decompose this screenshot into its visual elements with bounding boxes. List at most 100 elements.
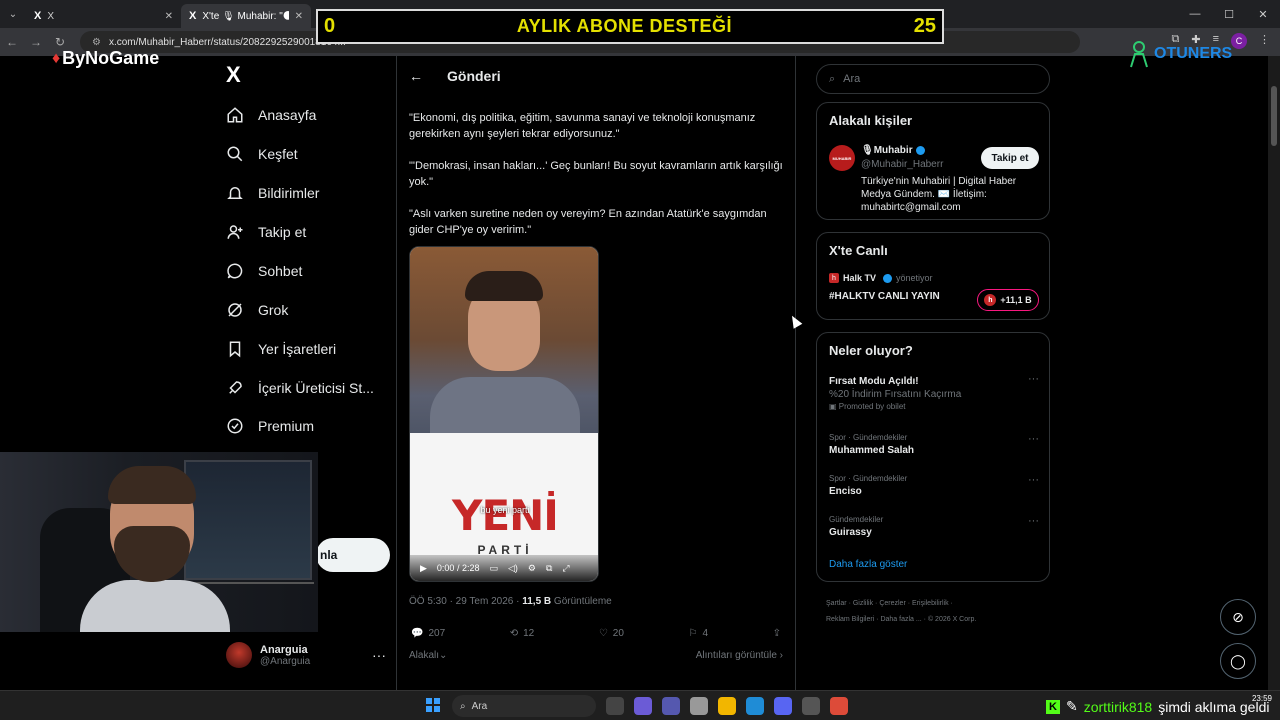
repost-icon: ⟲: [509, 628, 519, 639]
trend-item[interactable]: Gündemdekiler Guirassy ···: [829, 515, 1039, 538]
nav-item-chat[interactable]: Sohbet: [226, 262, 302, 280]
menu-icon[interactable]: ⋮: [1259, 33, 1270, 49]
more-options-icon[interactable]: ···: [372, 647, 386, 663]
fullscreen-icon[interactable]: ⤢: [562, 563, 569, 574]
close-tab-icon[interactable]: ✕: [165, 11, 173, 22]
repost-button[interactable]: ⟲ 12: [510, 628, 535, 639]
like-button[interactable]: ♡ 20: [599, 628, 624, 639]
sort-relevance-dropdown[interactable]: Alakalı⌄: [409, 650, 447, 661]
volume-icon[interactable]: ◁): [508, 563, 518, 574]
search-input[interactable]: ⌕ Ara: [816, 64, 1050, 94]
footer-link[interactable]: Şartlar: [826, 600, 847, 607]
webcam-overlay: [0, 452, 318, 632]
share-icon: ⇪: [772, 628, 781, 639]
forward-icon[interactable]: →: [24, 35, 48, 49]
file-explorer-icon[interactable]: [718, 697, 736, 715]
x-logo-icon[interactable]: X: [226, 62, 241, 88]
trend-name: Guirassy: [829, 527, 872, 538]
browser-tab-1[interactable]: X X ✕: [26, 4, 181, 28]
live-listener-count[interactable]: h +11,1 B: [977, 289, 1039, 311]
person-handle: @Muhabir_Haberr: [861, 159, 944, 170]
page-scrollbar[interactable]: [1268, 56, 1280, 690]
back-arrow-icon[interactable]: ←: [409, 68, 423, 84]
settings-icon[interactable]: ⚙: [528, 563, 536, 574]
like-count: 20: [612, 628, 624, 639]
more-options-icon[interactable]: ···: [1028, 474, 1039, 486]
taskbar-search[interactable]: ⌕ Ara: [452, 695, 596, 717]
live-source-suffix: yönetiyor: [896, 273, 933, 283]
trend-promoted: ▣ Promoted by obilet: [829, 402, 906, 411]
copilot-icon[interactable]: [634, 697, 652, 715]
tab-search-icon[interactable]: ⌄: [0, 0, 26, 28]
app-icon[interactable]: [802, 697, 820, 715]
footer-link[interactable]: Erişilebilirlik: [912, 600, 949, 607]
edge-icon[interactable]: [746, 697, 764, 715]
nav-item-notifications[interactable]: Bildirimler: [226, 184, 319, 202]
video-frame-figure: [430, 377, 580, 433]
follow-button[interactable]: Takip et: [981, 147, 1039, 169]
message-icon: ◯: [1230, 652, 1246, 669]
post-paragraph: "'Demokrasi, insan hakları...' Geç bunla…: [409, 160, 783, 188]
robot-icon: [1130, 41, 1148, 68]
maximize-icon[interactable]: ☐: [1212, 0, 1246, 28]
footer-link[interactable]: Reklam Bilgileri: [826, 616, 874, 623]
bell-icon: [226, 184, 244, 202]
grok-fab-button[interactable]: ⊘: [1220, 599, 1256, 635]
profile-avatar-icon[interactable]: C: [1231, 33, 1247, 49]
reload-icon[interactable]: ↻: [48, 35, 72, 49]
footer-link[interactable]: Çerezler: [879, 600, 905, 607]
show-more-link[interactable]: Daha fazla göster: [829, 559, 907, 570]
start-button[interactable]: [426, 698, 440, 712]
browser-tab-2[interactable]: X X'te 🎙 Muhabir: "🌑 Vatandaş ✕: [181, 4, 311, 28]
x-favicon-icon: X: [34, 10, 42, 22]
teams-icon[interactable]: [662, 697, 680, 715]
trend-item[interactable]: Spor · Gündemdekiler Muhammed Salah ···: [829, 433, 1039, 456]
nav-item-explore[interactable]: Keşfet: [226, 145, 298, 163]
minimize-icon[interactable]: —: [1178, 0, 1212, 28]
chrome-icon[interactable]: [830, 697, 848, 715]
site-info-icon[interactable]: ⚙: [92, 37, 101, 48]
discord-icon[interactable]: [774, 697, 792, 715]
more-options-icon[interactable]: ···: [1028, 433, 1039, 445]
pip-icon[interactable]: ⧉: [546, 563, 552, 574]
post-button[interactable]: nla: [316, 538, 390, 572]
messages-fab-button[interactable]: ◯: [1220, 643, 1256, 679]
close-window-icon[interactable]: ✕: [1246, 0, 1280, 28]
brand-text: ByNoGame: [62, 48, 160, 68]
trend-item[interactable]: Spor · Gündemdekiler Enciso ···: [829, 474, 1039, 497]
nav-item-bookmarks[interactable]: Yer İşaretleri: [226, 340, 336, 358]
view-quotes-link[interactable]: Alıntıları görüntüle ›: [696, 650, 783, 661]
task-view-icon[interactable]: [606, 697, 624, 715]
post-paragraph: "Aslı varken suretine neden oy vereyim? …: [409, 208, 767, 236]
nav-item-grok[interactable]: Grok: [226, 301, 288, 319]
view-count: 11,5 B: [522, 596, 552, 607]
footer-link[interactable]: Daha fazla ...: [880, 616, 921, 623]
tab-title: X'te 🎙 Muhabir: "🌑 Vatandaş: [202, 10, 289, 22]
post-timestamp[interactable]: ÖÖ 5:30 · 29 Tem 2026 ·: [409, 596, 522, 607]
video-player[interactable]: YENİ bu yeni parti PARTİ ▶ 0:00 / 2:28 ▭…: [409, 246, 599, 582]
trend-item[interactable]: Fırsat Modu Açıldı! %20 İndirim Fırsatın…: [829, 373, 1039, 411]
account-switcher[interactable]: Anarguia @Anarguia ···: [226, 642, 386, 668]
play-icon[interactable]: ▶: [420, 563, 427, 574]
nav-item-premium[interactable]: Premium: [226, 417, 314, 435]
reply-count: 207: [428, 628, 446, 639]
nav-item-home[interactable]: Anasayfa: [226, 106, 316, 124]
bookmark-button[interactable]: ⚐ 4: [688, 628, 708, 639]
footer-link[interactable]: Gizlilik: [853, 600, 873, 607]
captions-icon[interactable]: ▭: [489, 563, 498, 574]
share-button[interactable]: ⇪: [773, 628, 781, 639]
bookmark-icon: ⚐: [688, 628, 698, 639]
back-icon[interactable]: ←: [0, 35, 24, 49]
live-on-x-card[interactable]: X'te Canlı h Halk TV yönetiyor #HALKTV C…: [816, 232, 1050, 320]
more-options-icon[interactable]: ···: [1028, 373, 1039, 385]
nav-item-creator-studio[interactable]: İçerik Üreticisi St...: [226, 379, 374, 397]
scrollbar-thumb[interactable]: [1271, 86, 1277, 146]
reply-button[interactable]: 💬 207: [411, 628, 445, 639]
more-options-icon[interactable]: ···: [1028, 515, 1039, 527]
avatar: MUHABIR: [829, 145, 855, 171]
nav-item-follow[interactable]: Takip et: [226, 223, 306, 241]
close-tab-icon[interactable]: ✕: [295, 11, 303, 22]
store-icon[interactable]: [690, 697, 708, 715]
profile-handle: @Anarguia: [260, 655, 311, 667]
nav-label: İçerik Üreticisi St...: [258, 380, 374, 396]
